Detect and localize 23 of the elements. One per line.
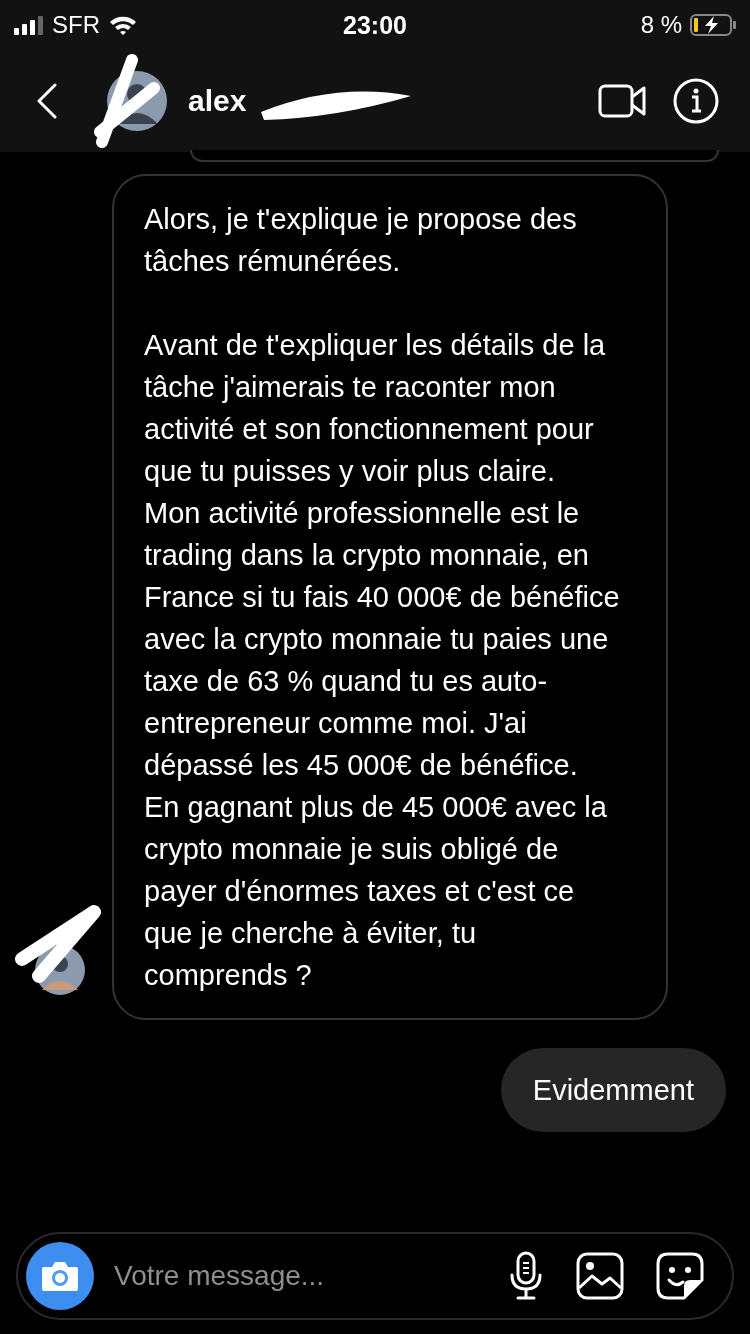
message-text: Evidemment: [532, 1073, 694, 1108]
gallery-icon[interactable]: [576, 1252, 624, 1300]
camera-icon: [40, 1259, 80, 1293]
message-text: En gagnant plus de 45 000€ avec la crypto monnaie je suis obligé de payer d'énormes taxes et c'est ce que je cherche à éviter, tu comprends ?: [144, 790, 608, 993]
message-input[interactable]: Votre message...: [112, 1259, 476, 1293]
info-icon[interactable]: [672, 77, 720, 125]
microphone-icon[interactable]: [508, 1251, 544, 1301]
carrier-name: SFR: [52, 11, 100, 39]
avatar[interactable]: [34, 944, 86, 996]
avatar[interactable]: [106, 70, 168, 132]
sticker-icon[interactable]: [656, 1252, 704, 1300]
battery-percent: 8 %: [640, 11, 682, 39]
contact-name[interactable]: alex: [188, 84, 247, 118]
message-text: Avant de t'expliquer les détails de la tâche j'aimerais te raconter mon activité et son fonctionnement pour que tu puisses y voir plus claire.: [144, 328, 607, 489]
message-text: Mon activité professionnelle est le trading dans la crypto monnaie, en France si tu fais 40 000€ de bénéfice avec la crypto monnaie tu paies une taxe de 63 % quand tu es auto-entrepreneur comme moi. J'ai dépassé les 45 000€ de bénéfice.: [144, 496, 620, 783]
camera-button[interactable]: [26, 1242, 94, 1310]
message-composer[interactable]: Votre message...: [16, 1232, 734, 1320]
wifi-icon: [108, 14, 138, 36]
signal-icon: [14, 15, 44, 35]
clock-time: 23:00: [343, 10, 407, 40]
battery-charging-icon: [690, 14, 736, 36]
message-text: Alors, je t'explique je propose des tâches rémunérées.: [144, 202, 578, 279]
back-chevron-icon[interactable]: [36, 83, 58, 119]
